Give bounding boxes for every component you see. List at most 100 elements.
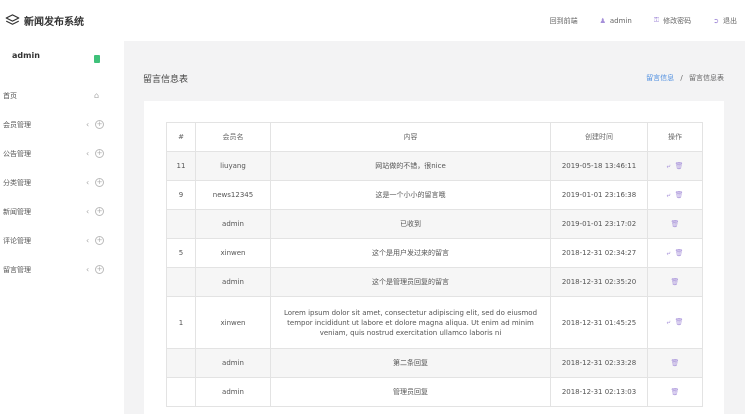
home-icon: ⌂ bbox=[94, 91, 100, 100]
table-row: 5 xinwen 这个是用户发过来的留言 2018-12-31 02:34:27… bbox=[166, 238, 703, 268]
plus-circle-icon: + bbox=[95, 149, 104, 158]
cell-id: 5 bbox=[166, 238, 196, 268]
sidebar-item-label: 新闻管理 bbox=[3, 207, 31, 216]
table-row: admin 第二条回复 2018-12-31 02:33:28 🗑 bbox=[166, 348, 703, 378]
change-password-link[interactable]: ⚿ 修改密码 bbox=[654, 16, 691, 26]
breadcrumb-link[interactable]: 留言信息 bbox=[646, 74, 674, 82]
cell-member: admin bbox=[195, 348, 271, 378]
sidebar-profile[interactable]: admin bbox=[0, 41, 124, 81]
column-header-created: 创建时间 bbox=[550, 122, 648, 152]
main-content: 留言信息表 留言信息 / 留言信息表 # 会员名 内容 创建时间 操作 11 l… bbox=[124, 41, 745, 414]
sidebar-item-label: 留言管理 bbox=[3, 265, 31, 274]
sidebar-item-label: 公告管理 bbox=[3, 149, 31, 158]
chevron-left-icon: ‹ bbox=[86, 178, 90, 187]
cell-created: 2018-12-31 02:13:03 bbox=[550, 377, 648, 407]
cell-actions: ⤶ 🗑 bbox=[647, 151, 703, 181]
logout-icon: ➲ bbox=[713, 16, 719, 25]
cell-actions: ⤶ 🗑 bbox=[647, 296, 703, 349]
reply-icon[interactable]: ⤶ bbox=[666, 318, 670, 326]
sidebar-item-messages[interactable]: 留言管理 ‹ + bbox=[0, 255, 124, 284]
plus-circle-icon: + bbox=[95, 236, 104, 245]
key-icon: ⚿ bbox=[653, 16, 660, 24]
admin-user-label: admin bbox=[609, 16, 632, 25]
logout-link[interactable]: ➲ 退出 bbox=[713, 16, 737, 26]
cell-created: 2018-12-31 02:33:28 bbox=[550, 348, 648, 378]
trash-icon[interactable]: 🗑 bbox=[671, 278, 680, 286]
plus-circle-icon: + bbox=[95, 207, 104, 216]
reply-icon[interactable]: ⤶ bbox=[666, 191, 670, 199]
sidebar-item-news[interactable]: 新闻管理 ‹ + bbox=[0, 197, 124, 226]
page-title: 留言信息表 bbox=[143, 75, 189, 85]
cell-content: 这个是管理员回复的留言 bbox=[270, 267, 551, 297]
cell-content: 第二条回复 bbox=[270, 348, 551, 378]
cell-actions: 🗑 bbox=[647, 377, 703, 407]
breadcrumb-current: 留言信息表 bbox=[689, 74, 724, 82]
column-header-actions: 操作 bbox=[647, 122, 703, 152]
table-row: admin 这个是管理员回复的留言 2018-12-31 02:35:20 🗑 bbox=[166, 267, 703, 297]
column-header-content: 内容 bbox=[270, 122, 551, 152]
cell-member: admin bbox=[195, 377, 271, 407]
plus-circle-icon: + bbox=[95, 178, 104, 187]
cell-actions: ⤶ 🗑 bbox=[647, 238, 703, 268]
reply-icon[interactable]: ⤶ bbox=[666, 162, 670, 170]
trash-icon[interactable]: 🗑 bbox=[675, 191, 684, 199]
cell-id bbox=[166, 348, 196, 378]
user-icon: ♟ bbox=[599, 16, 606, 25]
cell-member: admin bbox=[195, 209, 271, 239]
back-to-frontend-label: 回到前端 bbox=[549, 16, 578, 25]
cell-content: 这是一个小小的留言哦 bbox=[270, 180, 551, 210]
breadcrumb-separator: / bbox=[680, 74, 683, 82]
chevron-left-icon: ‹ bbox=[86, 120, 90, 129]
chevron-left-icon: ‹ bbox=[86, 207, 90, 216]
column-header-id: # bbox=[166, 122, 196, 152]
cell-created: 2019-05-18 13:46:11 bbox=[550, 151, 648, 181]
cell-member: news12345 bbox=[195, 180, 271, 210]
sidebar-item-announcements[interactable]: 公告管理 ‹ + bbox=[0, 139, 124, 168]
cell-actions: 🗑 bbox=[647, 209, 703, 239]
cell-actions: 🗑 bbox=[647, 348, 703, 378]
trash-icon[interactable]: 🗑 bbox=[671, 220, 680, 228]
change-password-label: 修改密码 bbox=[663, 16, 692, 25]
cell-id bbox=[166, 267, 196, 297]
cell-id: 1 bbox=[166, 296, 196, 349]
plus-circle-icon: + bbox=[95, 120, 104, 129]
sidebar-item-categories[interactable]: 分类管理 ‹ + bbox=[0, 168, 124, 197]
sidebar-item-label: 会员管理 bbox=[3, 120, 31, 129]
trash-icon[interactable]: 🗑 bbox=[675, 162, 684, 170]
table-row: admin 已收到 2019-01-01 23:17:02 🗑 bbox=[166, 209, 703, 239]
sidebar-item-label: 评论管理 bbox=[3, 236, 31, 245]
sidebar-item-comments[interactable]: 评论管理 ‹ + bbox=[0, 226, 124, 255]
cell-created: 2018-12-31 02:34:27 bbox=[550, 238, 648, 268]
breadcrumb: 留言信息 / 留言信息表 bbox=[646, 73, 724, 83]
messages-card: # 会员名 内容 创建时间 操作 11 liuyang 网站做的不错，很nice… bbox=[144, 101, 724, 414]
messages-table: # 会员名 内容 创建时间 操作 11 liuyang 网站做的不错，很nice… bbox=[166, 122, 703, 407]
sidebar-item-members[interactable]: 会员管理 ‹ + bbox=[0, 110, 124, 139]
table-row: 9 news12345 这是一个小小的留言哦 2019-01-01 23:16:… bbox=[166, 180, 703, 210]
cell-member: xinwen bbox=[195, 238, 271, 268]
reply-icon[interactable]: ⤶ bbox=[666, 249, 670, 257]
column-header-member: 会员名 bbox=[195, 122, 271, 152]
layers-logo-icon bbox=[5, 14, 20, 25]
cell-actions: 🗑 bbox=[647, 267, 703, 297]
trash-icon[interactable]: 🗑 bbox=[671, 388, 680, 396]
sidebar-item-label: 分类管理 bbox=[3, 178, 31, 187]
cell-content: 网站做的不错，很nice bbox=[270, 151, 551, 181]
cell-content: 这个是用户发过来的留言 bbox=[270, 238, 551, 268]
cell-content: 已收到 bbox=[270, 209, 551, 239]
logout-label: 退出 bbox=[723, 16, 737, 25]
sidebar-item-label: 首页 bbox=[3, 91, 17, 100]
table-header-row: # 会员名 内容 创建时间 操作 bbox=[166, 122, 703, 152]
trash-icon[interactable]: 🗑 bbox=[675, 249, 684, 257]
cell-actions: ⤶ 🗑 bbox=[647, 180, 703, 210]
back-to-frontend-link[interactable]: 回到前端 bbox=[550, 16, 578, 26]
chevron-left-icon: ‹ bbox=[86, 149, 90, 158]
app-title: 新闻发布系统 bbox=[24, 17, 84, 28]
sidebar-item-home[interactable]: 首页 ⌂ bbox=[0, 81, 124, 110]
top-bar: 新闻发布系统 回到前端 ♟ admin ⚿ 修改密码 ➲ 退出 bbox=[0, 0, 745, 41]
brand[interactable]: 新闻发布系统 bbox=[0, 13, 124, 28]
cell-id bbox=[166, 209, 196, 239]
trash-icon[interactable]: 🗑 bbox=[671, 359, 680, 367]
trash-icon[interactable]: 🗑 bbox=[675, 318, 684, 326]
sidebar: admin 首页 ⌂ 会员管理 ‹ + 公告管理 ‹ + 分类管理 ‹ + 新闻… bbox=[0, 41, 124, 414]
admin-user-link[interactable]: ♟ admin bbox=[600, 17, 632, 25]
